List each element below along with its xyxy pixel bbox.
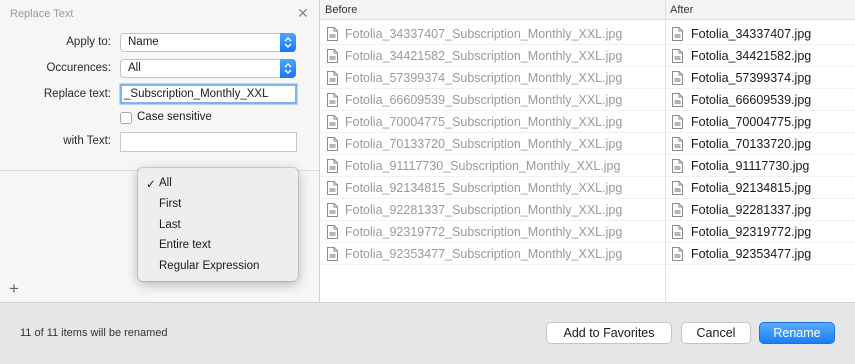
file-icon: [327, 49, 338, 63]
case-sensitive-checkbox[interactable]: [120, 112, 132, 124]
checkmark-icon: ✓: [146, 179, 156, 191]
before-filename: Fotolia_91117730_Subscription_Monthly_XX…: [345, 159, 621, 173]
after-filename: Fotolia_70004775.jpg: [691, 115, 812, 129]
bottom-bar: 11 of 11 items will be renamed Add to Fa…: [0, 302, 855, 364]
file-icon: [672, 247, 683, 261]
before-filename: Fotolia_66609539_Subscription_Monthly_XX…: [345, 93, 623, 107]
case-sensitive-label[interactable]: Case sensitive: [137, 111, 212, 123]
chevron-updown-icon: [280, 33, 296, 52]
table-row[interactable]: Fotolia_91117730_Subscription_Monthly_XX…: [320, 155, 855, 177]
table-row[interactable]: Fotolia_57399374_Subscription_Monthly_XX…: [320, 67, 855, 89]
occurences-label: Occurences:: [46, 62, 111, 74]
file-icon: [327, 203, 338, 217]
replace-text-input[interactable]: _Subscription_Monthly_XXL: [120, 84, 297, 104]
file-icon: [672, 137, 683, 151]
file-icon: [327, 71, 338, 85]
file-icon: [672, 181, 683, 195]
menu-item-last[interactable]: Last: [159, 219, 181, 231]
table-row[interactable]: Fotolia_70133720_Subscription_Monthly_XX…: [320, 133, 855, 155]
file-icon: [327, 93, 338, 107]
before-filename: Fotolia_70004775_Subscription_Monthly_XX…: [345, 115, 623, 129]
after-filename: Fotolia_92134815.jpg: [691, 181, 812, 195]
file-icon: [327, 159, 338, 173]
file-icon: [672, 203, 683, 217]
table-row[interactable]: Fotolia_92281337_Subscription_Monthly_XX…: [320, 199, 855, 221]
add-to-favorites-button[interactable]: Add to Favorites: [546, 322, 672, 344]
file-icon: [327, 27, 338, 41]
column-header-after[interactable]: After: [666, 0, 855, 20]
column-header-before[interactable]: Before: [320, 0, 665, 20]
with-text-input[interactable]: [120, 132, 297, 152]
status-text: 11 of 11 items will be renamed: [20, 327, 168, 339]
file-icon: [327, 115, 338, 129]
chevron-updown-icon: [280, 59, 296, 78]
after-filename: Fotolia_70133720.jpg: [691, 137, 812, 151]
rename-button[interactable]: Rename: [759, 322, 835, 344]
before-filename: Fotolia_92319772_Subscription_Monthly_XX…: [345, 225, 623, 239]
file-icon: [327, 137, 338, 151]
table-row[interactable]: Fotolia_92134815_Subscription_Monthly_XX…: [320, 177, 855, 199]
table-row[interactable]: Fotolia_34337407_Subscription_Monthly_XX…: [320, 23, 855, 45]
close-icon[interactable]: ✕: [297, 6, 309, 20]
file-icon: [672, 27, 683, 41]
after-filename: Fotolia_66609539.jpg: [691, 93, 812, 107]
after-filename: Fotolia_92353477.jpg: [691, 247, 812, 261]
after-filename: Fotolia_92281337.jpg: [691, 203, 812, 217]
occurences-value: All: [128, 62, 141, 74]
after-filename: Fotolia_57399374.jpg: [691, 71, 812, 85]
after-filename: Fotolia_91117730.jpg: [691, 159, 810, 173]
before-filename: Fotolia_92134815_Subscription_Monthly_XX…: [345, 181, 623, 195]
table-row[interactable]: Fotolia_34421582_Subscription_Monthly_XX…: [320, 45, 855, 67]
before-filename: Fotolia_92281337_Subscription_Monthly_XX…: [345, 203, 623, 217]
apply-to-select[interactable]: Name: [120, 33, 296, 52]
file-icon: [327, 225, 338, 239]
before-filename: Fotolia_34421582_Subscription_Monthly_XX…: [345, 49, 623, 63]
before-filename: Fotolia_34337407_Subscription_Monthly_XX…: [345, 27, 623, 41]
before-filename: Fotolia_57399374_Subscription_Monthly_XX…: [345, 71, 623, 85]
panel-title: Replace Text: [10, 8, 74, 20]
table-row[interactable]: Fotolia_92319772_Subscription_Monthly_XX…: [320, 221, 855, 243]
table-row[interactable]: Fotolia_92353477_Subscription_Monthly_XX…: [320, 243, 855, 265]
with-text-label: with Text:: [63, 135, 111, 147]
replace-text-label: Replace text:: [43, 88, 111, 100]
before-filename: Fotolia_92353477_Subscription_Monthly_XX…: [345, 247, 623, 261]
file-icon: [672, 71, 683, 85]
file-icon: [327, 181, 338, 195]
menu-item-entire-text[interactable]: Entire text: [159, 239, 211, 251]
apply-to-label: Apply to:: [66, 36, 111, 48]
after-filename: Fotolia_34421582.jpg: [691, 49, 812, 63]
table-row[interactable]: Fotolia_70004775_Subscription_Monthly_XX…: [320, 111, 855, 133]
file-icon: [327, 247, 338, 261]
cancel-button[interactable]: Cancel: [681, 322, 751, 344]
file-icon: [672, 115, 683, 129]
menu-item-first[interactable]: First: [159, 198, 181, 210]
after-filename: Fotolia_92319772.jpg: [691, 225, 812, 239]
plus-icon[interactable]: +: [9, 280, 19, 297]
before-filename: Fotolia_70133720_Subscription_Monthly_XX…: [345, 137, 623, 151]
file-icon: [672, 159, 683, 173]
menu-item-all[interactable]: All: [159, 177, 172, 189]
occurences-dropdown-menu: ✓ All First Last Entire text Regular Exp…: [138, 168, 298, 281]
apply-to-value: Name: [128, 36, 159, 48]
menu-item-regular-expression[interactable]: Regular Expression: [159, 260, 259, 272]
file-icon: [672, 49, 683, 63]
occurences-select[interactable]: All: [120, 59, 296, 78]
file-icon: [672, 225, 683, 239]
table-row[interactable]: Fotolia_66609539_Subscription_Monthly_XX…: [320, 89, 855, 111]
file-icon: [672, 93, 683, 107]
after-filename: Fotolia_34337407.jpg: [691, 27, 812, 41]
